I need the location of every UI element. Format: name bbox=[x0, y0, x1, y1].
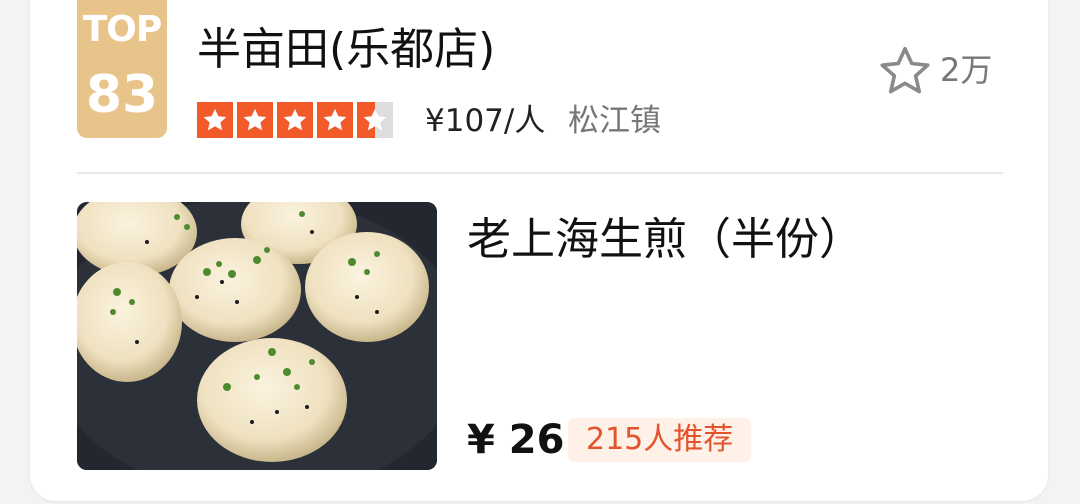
favorite-count: 2万 bbox=[940, 51, 993, 89]
rank-label: TOP bbox=[82, 9, 163, 50]
star-icon bbox=[277, 102, 313, 138]
shop-name[interactable]: 半亩田(乐都店) bbox=[197, 22, 495, 78]
star-icon bbox=[317, 102, 353, 138]
shop-area: 松江镇 bbox=[568, 103, 661, 139]
pan-fried-buns-photo[interactable] bbox=[77, 202, 437, 470]
price-per-person: ¥107/人 bbox=[425, 103, 546, 139]
dish-name[interactable]: 老上海生煎（半份） bbox=[467, 212, 863, 268]
dish-price: ¥ 26 bbox=[467, 417, 565, 463]
star-icon bbox=[197, 102, 233, 138]
recommend-badge: 215人推荐 bbox=[568, 418, 752, 462]
rank-number: 83 bbox=[85, 65, 159, 125]
rating-stars bbox=[197, 102, 393, 138]
divider bbox=[77, 172, 1003, 174]
star-outline-icon[interactable] bbox=[876, 42, 934, 100]
rank-badge: TOP 83 bbox=[77, 0, 167, 138]
star-icon bbox=[237, 102, 273, 138]
half-star-icon bbox=[357, 102, 393, 138]
